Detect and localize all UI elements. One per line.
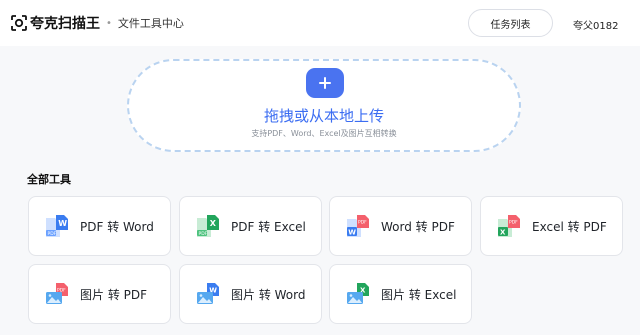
tool-excel-to-pdf[interactable]: X PDF Excel 转 PDF [480,196,623,256]
tool-label: PDF 转 Word [80,219,154,234]
word-to-pdf-icon: W PDF [345,213,371,239]
page-subtitle: 文件工具中心 [117,17,184,30]
header-separator: • [106,17,112,29]
tool-word-to-pdf[interactable]: W PDF Word 转 PDF [329,196,472,256]
pdf-to-excel-icon: PDF X [195,213,221,239]
tool-label: Excel 转 PDF [532,219,607,234]
top-bar: 夸克扫描王 • 文件工具中心 任务列表 夸父0182 [0,0,640,46]
user-name[interactable]: 夸父0182 [573,17,618,32]
upload-hint: 支持PDF、Word、Excel及图片互相转换 [251,129,397,138]
svg-text:PDF: PDF [48,231,57,237]
svg-text:W: W [348,229,356,237]
upload-title: 拖拽或从本地上传 [263,107,384,125]
excel-to-pdf-icon: X PDF [496,213,522,239]
svg-text:PDF: PDF [199,231,208,237]
svg-text:PDF: PDF [358,220,367,226]
tool-label: 图片 转 PDF [80,287,148,302]
tool-label: Word 转 PDF [381,219,455,234]
tool-label: 图片 转 Word [231,287,306,302]
tool-label: PDF 转 Excel [231,219,306,234]
tool-image-to-word[interactable]: W 图片 转 Word [179,264,322,324]
image-to-pdf-icon: PDF [44,281,70,307]
tool-pdf-to-word[interactable]: PDF W PDF 转 Word [28,196,171,256]
tool-pdf-to-excel[interactable]: PDF X PDF 转 Excel [179,196,322,256]
svg-text:X: X [500,229,506,237]
scan-logo-icon [11,15,27,31]
tool-image-to-pdf[interactable]: PDF 图片 转 PDF [28,264,171,324]
app-name: 夸克扫描王 [30,16,100,32]
svg-text:X: X [210,219,217,228]
section-title: 全部工具 [27,173,71,186]
pdf-to-word-icon: PDF W [44,213,70,239]
image-to-excel-icon: X [345,281,371,307]
app-logo[interactable]: 夸克扫描王 • 文件工具中心 [11,13,184,33]
svg-text:W: W [58,219,67,228]
svg-text:PDF: PDF [509,220,518,226]
tool-image-to-excel[interactable]: X 图片 转 Excel [329,264,472,324]
image-to-word-icon: W [195,281,221,307]
task-list-button[interactable]: 任务列表 [468,9,553,37]
add-file-icon[interactable] [306,68,344,98]
tool-label: 图片 转 Excel [381,287,457,302]
